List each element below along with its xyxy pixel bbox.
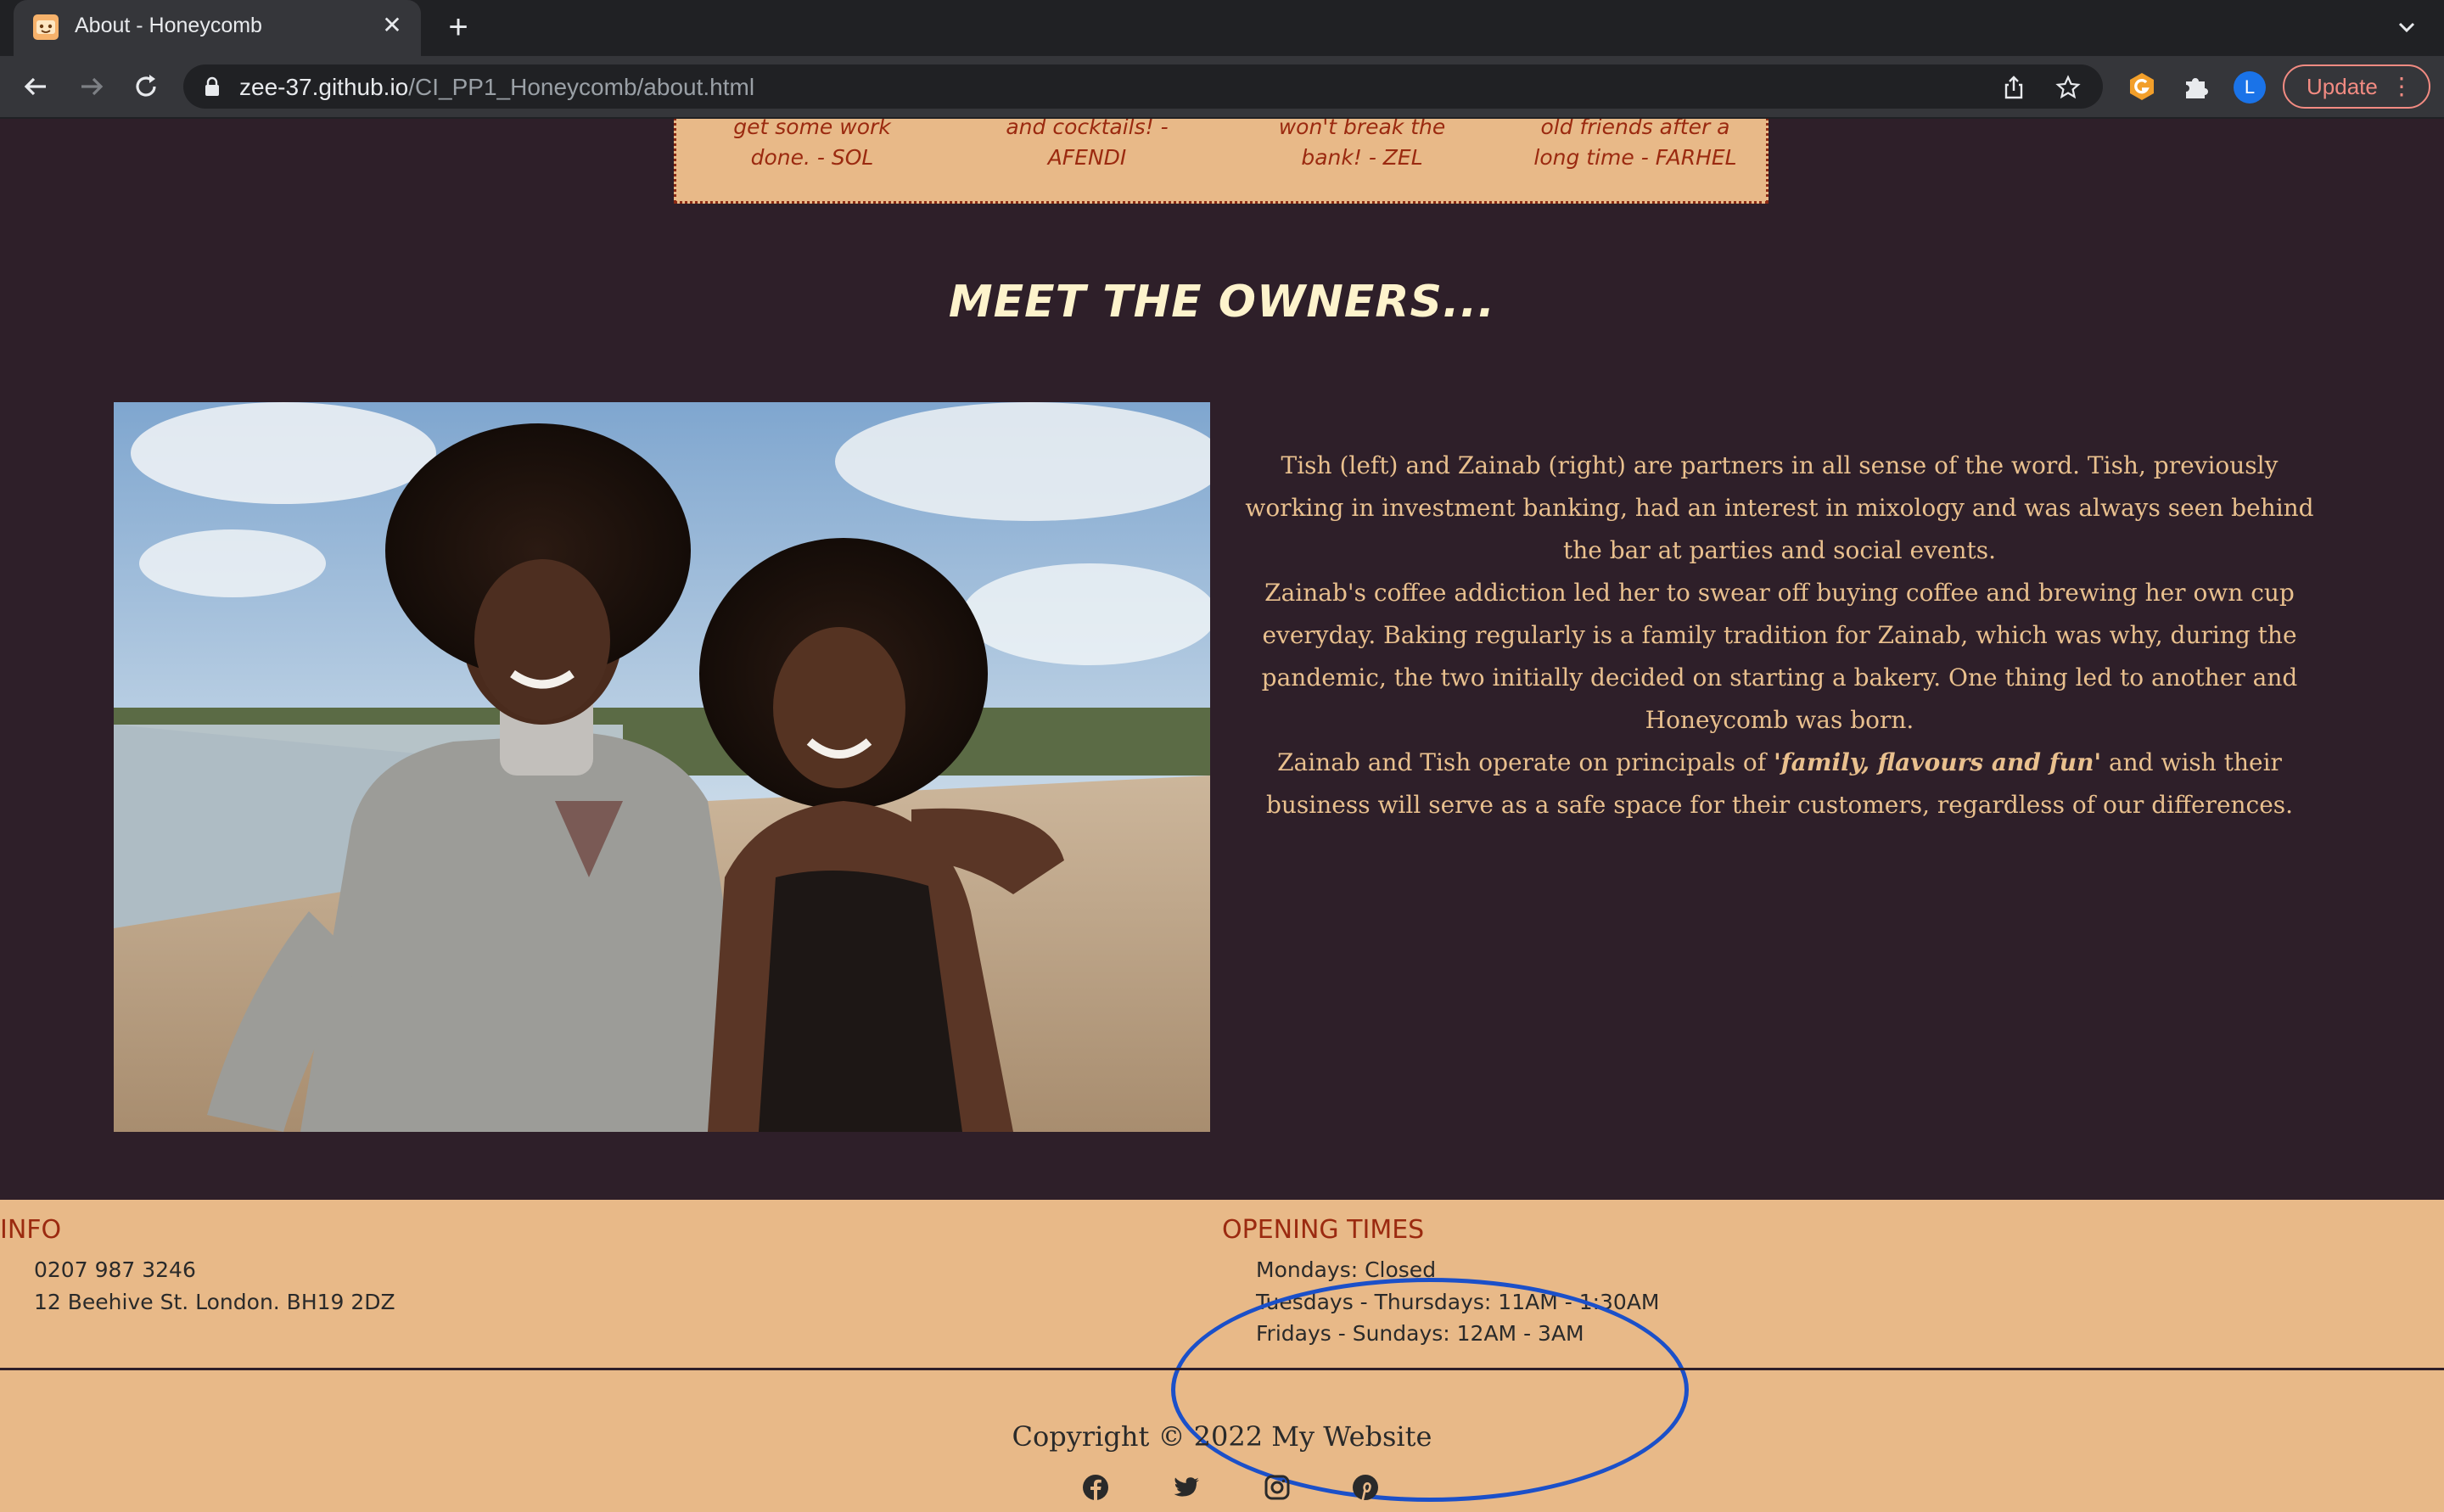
owners-photo xyxy=(114,402,1210,1132)
reload-icon[interactable] xyxy=(129,70,163,104)
owners-description: Tish (left) and Zainab (right) are partn… xyxy=(1241,445,2318,826)
profile-avatar[interactable]: L xyxy=(2234,71,2266,104)
new-tab-icon[interactable]: + xyxy=(441,8,475,46)
extension-g-icon[interactable] xyxy=(2125,70,2159,104)
page-viewport: get some work done. - SOL and cocktails!… xyxy=(0,119,2444,1512)
owners-paragraph-2: Zainab's coffee addiction led her to swe… xyxy=(1261,579,2298,734)
url-text: zee-37.github.io/CI_PP1_Honeycomb/about.… xyxy=(239,74,754,101)
motto-emphasis: 'family, flavours and fun' xyxy=(1774,748,2102,776)
browser-toolbar: zee-37.github.io/CI_PP1_Honeycomb/about.… xyxy=(0,56,2444,119)
browser-tab[interactable]: About - Honeycomb ✕ xyxy=(14,0,421,56)
back-arrow-icon[interactable] xyxy=(19,70,53,104)
owners-paragraph-3-start: Zainab and Tish operate on principals of xyxy=(1277,748,1774,776)
phone-number: 0207 987 3246 xyxy=(34,1257,196,1282)
tab-search-chevron-icon[interactable] xyxy=(2391,12,2422,42)
address: 12 Beehive St. London. BH19 2DZ xyxy=(34,1290,395,1314)
honeycomb-favicon-icon xyxy=(33,14,59,40)
annotation-circle xyxy=(1171,1278,1689,1502)
bookmark-star-icon[interactable] xyxy=(2055,75,2081,100)
lock-icon xyxy=(205,76,219,96)
update-label: Update xyxy=(2307,74,2378,99)
opening-times-title: OPENING TIMES xyxy=(1222,1215,1425,1245)
forward-arrow-icon[interactable] xyxy=(75,70,109,104)
owners-heading: MEET THE OWNERS... xyxy=(948,277,1496,328)
tab-title: About - Honeycomb xyxy=(75,14,262,37)
extensions-puzzle-icon[interactable] xyxy=(2179,70,2213,104)
tab-close-icon[interactable]: ✕ xyxy=(377,10,407,41)
reviews-box: get some work done. - SOL and cocktails!… xyxy=(674,119,1769,204)
url-path: /CI_PP1_Honeycomb/about.html xyxy=(408,74,755,100)
instagram-icon[interactable] xyxy=(1263,1473,1292,1502)
update-button[interactable]: Update ⋮ xyxy=(2283,64,2430,109)
footer-divider xyxy=(0,1368,2444,1370)
owners-paragraph-1: Tish (left) and Zainab (right) are partn… xyxy=(1245,451,2314,564)
review-quote: won't break the bank! - ZEL xyxy=(1278,119,1446,170)
pinterest-icon[interactable] xyxy=(1351,1473,1380,1502)
url-host: zee-37.github.io xyxy=(239,74,409,100)
review-quote: and cocktails! - AFENDI xyxy=(1006,119,1169,170)
address-bar[interactable]: zee-37.github.io/CI_PP1_Honeycomb/about.… xyxy=(183,64,2103,109)
info-title: INFO xyxy=(0,1215,62,1245)
owners-paragraph-3: Zainab and Tish operate on principals of… xyxy=(1241,742,2318,826)
review-quote: old friends after a long time - FARHEL xyxy=(1533,119,1737,170)
review-quote: get some work done. - SOL xyxy=(733,119,891,170)
menu-kebab-icon[interactable]: ⋮ xyxy=(2390,66,2413,107)
browser-tab-strip: About - Honeycomb ✕ + xyxy=(0,0,2444,56)
share-icon[interactable] xyxy=(2001,75,2026,100)
facebook-icon[interactable] xyxy=(1081,1473,1110,1502)
twitter-icon[interactable] xyxy=(1173,1473,1202,1502)
copyright-text: Copyright © 2022 My Website xyxy=(1012,1420,1432,1453)
